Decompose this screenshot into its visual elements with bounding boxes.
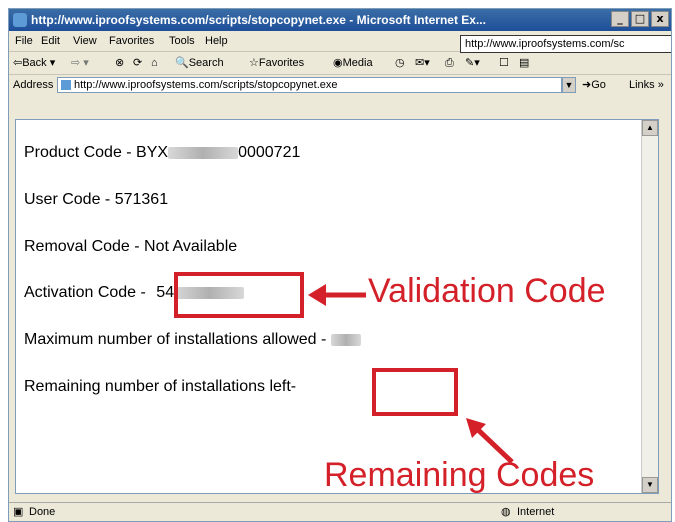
title-bar[interactable]: http://www.iproofsystems.com/scripts/sto… [9,9,671,31]
scroll-up-icon[interactable]: ▲ [642,120,658,136]
favorites-star-icon: ☆ [249,57,259,69]
product-code-label: Product Code - BYX [24,144,169,161]
validation-code-highlight [174,272,304,318]
menu-tools[interactable]: Tools [169,31,195,51]
search-icon: 🔍 [175,57,189,69]
redacted-blur [168,146,239,159]
max-installs-line: Maximum number of installations allowed … [24,331,361,349]
activation-code-value: 54 [156,284,175,301]
maximize-button[interactable]: □ [631,11,649,27]
window-title: http://www.iproofsystems.com/scripts/sto… [31,13,486,27]
redacted-blur [330,333,361,346]
user-code-line: User Code - 571361 [24,191,169,208]
edit-icon[interactable]: ✎▾ [465,52,480,74]
address-bar: Address http://www.iproofsystems.com/scr… [9,75,671,95]
product-code-suffix: 0000721 [238,144,301,161]
menu-view[interactable]: View [73,31,97,51]
activation-code-label: Activation Code - [24,284,146,301]
menu-help[interactable]: Help [205,31,228,51]
browser-window: http://www.iproofsystems.com/scripts/sto… [8,8,672,522]
scroll-down-icon[interactable]: ▼ [642,477,658,493]
close-button[interactable]: x [651,11,669,27]
status-text: Done [29,506,56,518]
refresh-icon[interactable]: ⟳ [133,52,142,74]
page-content: Product Code - BYX 0000721 User Code - 57… [15,119,659,494]
print-icon[interactable]: ⎙ [445,52,454,74]
validation-arrow-icon [308,284,366,306]
remaining-codes-highlight [372,368,458,416]
address-label: Address [13,79,54,91]
window-controls: _ □ x [611,11,669,27]
go-arrow-icon: ➜ [582,79,592,91]
media-button[interactable]: ◉Media [333,52,373,74]
minimize-button[interactable]: _ [611,11,629,27]
discuss-icon[interactable]: ☐ [499,52,509,74]
search-button[interactable]: 🔍Search [175,52,224,74]
security-zone: Internet [517,506,555,518]
links-button[interactable]: Links » [629,75,664,95]
history-icon[interactable]: ◷ [395,52,405,74]
remaining-installs-label: Remaining number of installations left- [24,378,297,395]
media-icon: ◉ [333,57,343,69]
status-page-icon: ▣ [13,506,24,518]
status-bar: ▣ Done ◍ Internet [9,502,671,521]
remaining-codes-annotation: Remaining Codes [324,456,595,494]
menu-favorites[interactable]: Favorites [109,31,154,51]
forward-button[interactable]: ⇨ ▾ [71,52,89,74]
menu-file[interactable]: File [15,31,33,51]
max-installs-label: Maximum number of installations allowed … [24,331,327,348]
ie-icon [13,13,27,27]
vertical-scrollbar[interactable]: ▲ ▼ [641,120,658,493]
address-url: http://www.iproofsystems.com/scripts/sto… [74,79,338,91]
remaining-installs-line: Remaining number of installations left- [24,378,296,396]
messenger-icon[interactable]: ▤ [519,52,529,74]
home-icon[interactable]: ⌂ [151,52,158,74]
favorites-button[interactable]: ☆Favorites [249,52,304,74]
mail-icon[interactable]: ✉▾ [415,52,430,74]
stop-icon[interactable]: ⊗ [115,52,124,74]
address-input[interactable]: http://www.iproofsystems.com/scripts/sto… [57,77,562,93]
toolbar: ⇦Back ▾ ⇨ ▾ ⊗ ⟳ ⌂ 🔍Search ☆Favorites ◉Me… [9,52,671,75]
product-code-line: Product Code - BYX 0000721 [24,144,300,162]
removal-code-line: Removal Code - Not Available [24,238,238,255]
go-button[interactable]: ➜Go [582,75,606,95]
url-tooltip: http://www.iproofsystems.com/sc [460,35,671,53]
page-icon [61,80,71,90]
address-dropdown-icon[interactable]: ▼ [562,77,576,93]
internet-zone-icon: ◍ [501,506,511,518]
menu-edit[interactable]: Edit [41,31,60,51]
back-button[interactable]: ⇦Back ▾ [13,52,55,74]
validation-code-annotation: Validation Code [368,272,606,310]
